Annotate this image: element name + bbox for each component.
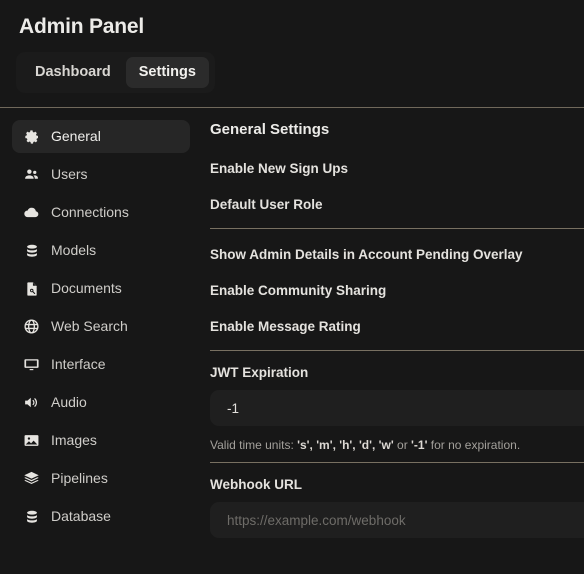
- sidebar-item-interface[interactable]: Interface: [12, 348, 190, 381]
- hint-mid: or: [393, 438, 412, 452]
- settings-content: General Settings Enable New Sign Ups Def…: [200, 108, 584, 574]
- speaker-icon: [23, 394, 40, 411]
- hint-no-expiration: '-1': [411, 438, 428, 452]
- header: Admin Panel Dashboard Settings: [0, 0, 584, 93]
- webhook-url-label: Webhook URL: [210, 477, 302, 492]
- sidebar-item-label: Images: [51, 432, 97, 448]
- sidebar-item-label: Web Search: [51, 318, 128, 334]
- section-divider: [210, 350, 584, 351]
- page-title: Admin Panel: [19, 15, 144, 38]
- sidebar-item-images[interactable]: Images: [12, 424, 190, 457]
- sidebar-item-web-search[interactable]: Web Search: [12, 310, 190, 343]
- jwt-expiration-input[interactable]: [210, 390, 584, 426]
- section-title: General Settings: [210, 121, 330, 138]
- jwt-expiration-hint: Valid time units: 's', 'm', 'h', 'd', 'w…: [210, 437, 584, 453]
- hint-prefix: Valid time units:: [210, 438, 298, 452]
- tab-dashboard[interactable]: Dashboard: [22, 57, 124, 88]
- document-search-icon: [23, 280, 40, 297]
- hint-units: 's', 'm', 'h', 'd', 'w': [297, 438, 394, 452]
- sidebar-item-general[interactable]: General: [12, 120, 190, 153]
- jwt-expiration-field: JWT Expiration Valid time units: 's', 'm…: [210, 364, 584, 453]
- sidebar-item-label: Connections: [51, 204, 129, 220]
- settings-sidebar: General Users Connections Models Documen…: [0, 108, 200, 574]
- hint-suffix: for no expiration.: [427, 438, 521, 452]
- sidebar-item-users[interactable]: Users: [12, 158, 190, 191]
- gear-icon: [23, 128, 40, 145]
- tab-bar: Dashboard Settings: [16, 52, 215, 93]
- users-icon: [23, 166, 40, 183]
- sidebar-item-label: Documents: [51, 280, 122, 296]
- setting-label: Enable Community Sharing: [210, 283, 387, 298]
- database-icon: [23, 242, 40, 259]
- cloud-icon: [23, 204, 40, 221]
- image-icon: [23, 432, 40, 449]
- sidebar-item-connections[interactable]: Connections: [12, 196, 190, 229]
- setting-enable-community-sharing[interactable]: Enable Community Sharing: [210, 278, 584, 303]
- setting-label: Show Admin Details in Account Pending Ov…: [210, 247, 523, 262]
- sidebar-item-label: General: [51, 128, 101, 144]
- body: General Users Connections Models Documen…: [0, 108, 584, 574]
- webhook-url-field: Webhook URL: [210, 476, 584, 538]
- sidebar-item-pipelines[interactable]: Pipelines: [12, 462, 190, 495]
- sidebar-item-label: Models: [51, 242, 97, 258]
- header-divider: [0, 107, 584, 108]
- setting-enable-new-sign-ups[interactable]: Enable New Sign Ups: [210, 156, 584, 181]
- sidebar-item-label: Pipelines: [51, 470, 108, 486]
- setting-label: Enable Message Rating: [210, 319, 361, 334]
- section-divider: [210, 462, 584, 463]
- admin-panel-window: Admin Panel Dashboard Settings General U…: [0, 0, 584, 574]
- setting-label: Enable New Sign Ups: [210, 161, 349, 176]
- sidebar-item-audio[interactable]: Audio: [12, 386, 190, 419]
- sidebar-item-label: Interface: [51, 356, 106, 372]
- setting-label: Default User Role: [210, 197, 323, 212]
- tab-settings[interactable]: Settings: [125, 57, 209, 88]
- database-icon: [23, 508, 40, 525]
- layers-icon: [23, 470, 40, 487]
- section-divider: [210, 228, 584, 229]
- sidebar-item-documents[interactable]: Documents: [12, 272, 190, 305]
- webhook-url-input[interactable]: [210, 502, 584, 538]
- sidebar-item-label: Audio: [51, 394, 87, 410]
- setting-show-admin-details[interactable]: Show Admin Details in Account Pending Ov…: [210, 242, 584, 267]
- sidebar-item-models[interactable]: Models: [12, 234, 190, 267]
- globe-icon: [23, 318, 40, 335]
- monitor-icon: [23, 356, 40, 373]
- sidebar-item-database[interactable]: Database: [12, 500, 190, 533]
- setting-default-user-role[interactable]: Default User Role: [210, 192, 584, 217]
- sidebar-item-label: Users: [51, 166, 88, 182]
- sidebar-item-label: Database: [51, 508, 111, 524]
- jwt-expiration-label: JWT Expiration: [210, 365, 309, 380]
- setting-enable-message-rating[interactable]: Enable Message Rating: [210, 314, 584, 339]
